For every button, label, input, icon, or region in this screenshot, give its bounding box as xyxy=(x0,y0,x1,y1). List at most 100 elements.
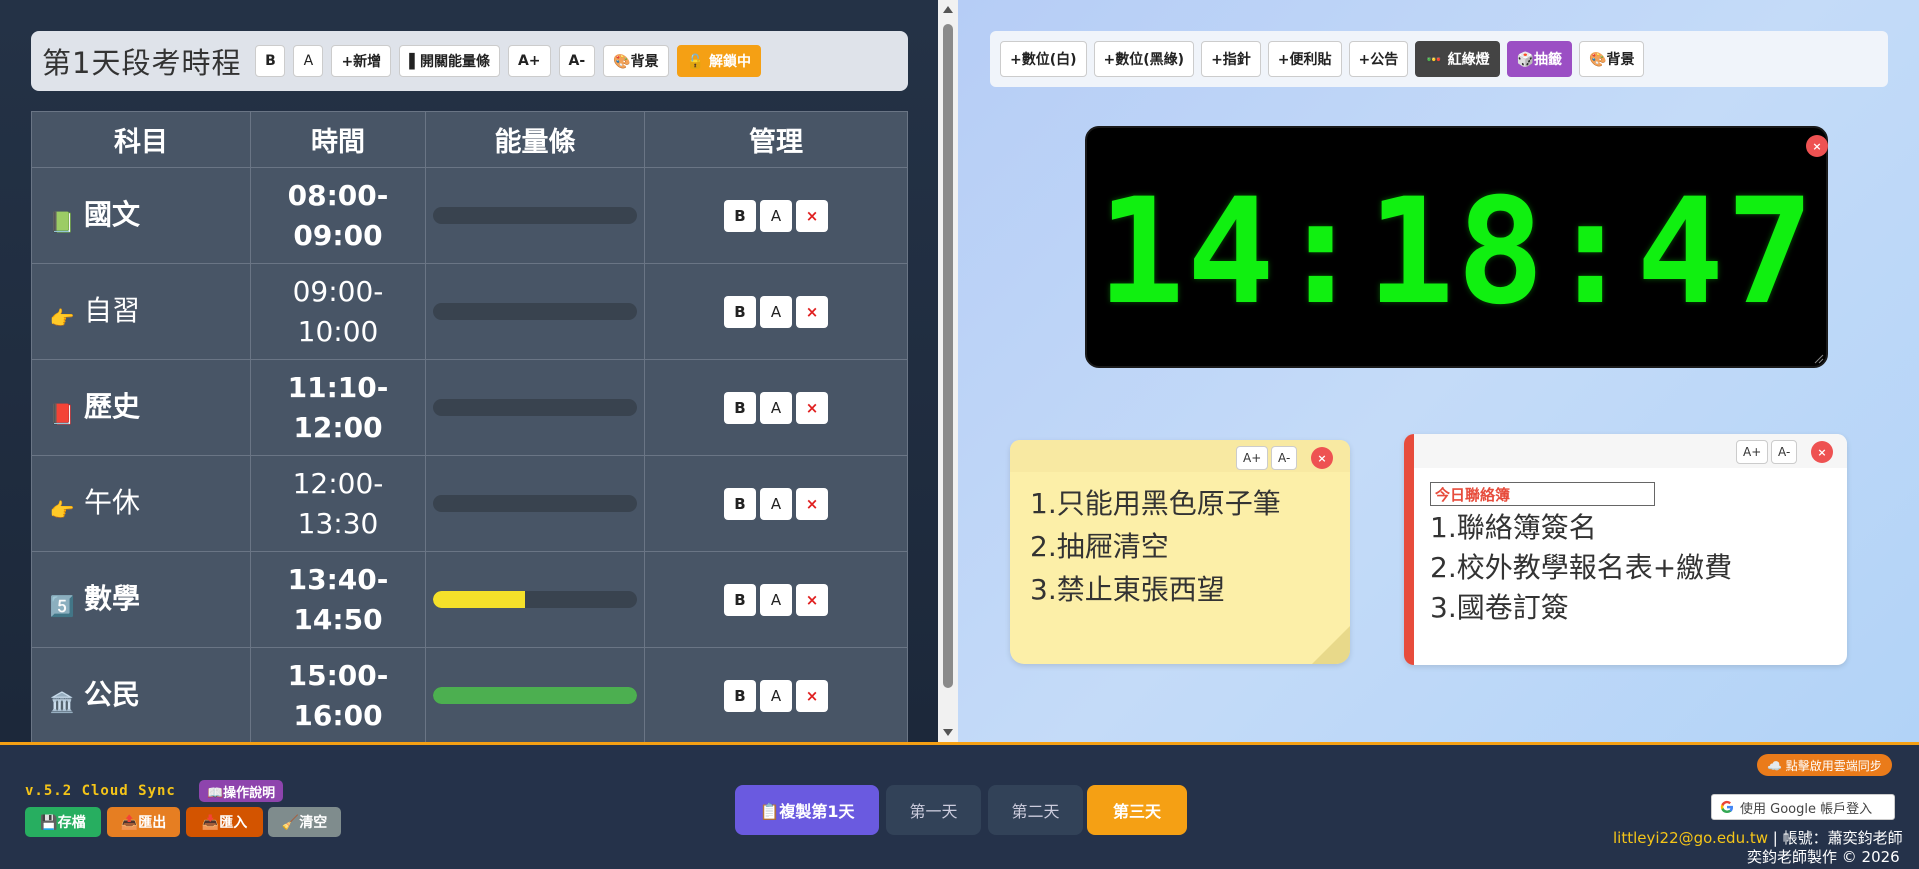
row-delete-button[interactable]: × xyxy=(796,391,828,424)
row-bold-button[interactable]: B xyxy=(724,583,756,616)
sticky-font-increase-button[interactable]: A+ xyxy=(1236,446,1269,470)
clear-button[interactable]: 🧹清空 xyxy=(268,807,341,837)
subject-cell[interactable]: 📕 歷史 xyxy=(31,359,251,456)
notice-line: 3.國卷訂簽 xyxy=(1430,591,1569,624)
canvas-background-button[interactable]: 🎨背景 xyxy=(1579,41,1645,77)
scrollbar-thumb[interactable] xyxy=(943,24,953,688)
notice-close-button[interactable]: × xyxy=(1811,441,1833,463)
clock-close-button[interactable]: × xyxy=(1806,135,1828,157)
notice-text[interactable]: 1.聯絡簿簽名 2.校外教學報名表+繳費 3.國卷訂簽 xyxy=(1430,508,1732,628)
add-digital-white-clock-button[interactable]: +數位(白) xyxy=(1000,41,1087,77)
sticky-font-decrease-button[interactable]: A- xyxy=(1271,446,1298,470)
add-notice-button[interactable]: +公告 xyxy=(1348,41,1409,77)
time-cell[interactable]: 13:40- 14:50 xyxy=(250,551,426,648)
left-panel-scrollbar[interactable] xyxy=(938,0,958,742)
title-font-button[interactable]: A xyxy=(293,45,324,77)
notice-font-decrease-button[interactable]: A- xyxy=(1771,440,1798,464)
subject-cell[interactable]: 5️⃣ 數學 xyxy=(31,551,251,648)
row-font-button[interactable]: A xyxy=(760,679,792,712)
row-bold-button[interactable]: B xyxy=(724,199,756,232)
font-decrease-button[interactable]: A- xyxy=(558,45,596,77)
add-analog-clock-button[interactable]: +指針 xyxy=(1201,41,1261,77)
subject-cell[interactable]: 🏛️ 公民 xyxy=(31,647,251,742)
time-cell[interactable]: 12:00- 13:30 xyxy=(250,455,426,552)
time-start: 09:00- xyxy=(292,274,384,308)
header-time: 時間 xyxy=(250,111,426,168)
time-start: 12:00- xyxy=(292,466,384,500)
tab-day1[interactable]: 第一天 xyxy=(886,785,981,835)
time-cell[interactable]: 11:10- 12:00 xyxy=(250,359,426,456)
row-font-button[interactable]: A xyxy=(760,199,792,232)
cloud-sync-button[interactable]: ☁️ 點擊啟用雲端同步 xyxy=(1757,754,1892,776)
row-font-button[interactable]: A xyxy=(760,583,792,616)
tab-day2[interactable]: 第二天 xyxy=(988,785,1083,835)
notice-font-increase-button[interactable]: A+ xyxy=(1736,440,1769,464)
time-end: 09:00 xyxy=(293,218,383,252)
row-font-button[interactable]: A xyxy=(760,295,792,328)
subject-name: 國文 xyxy=(84,198,141,231)
subject-name: 公民 xyxy=(84,678,141,711)
add-digital-black-green-clock-button[interactable]: +數位(黑綠) xyxy=(1093,41,1195,77)
help-button[interactable]: 📖操作說明 xyxy=(199,780,284,802)
row-delete-button[interactable]: × xyxy=(796,199,828,232)
sticky-line: 2.抽屜清空 xyxy=(1030,530,1169,563)
tab-day3[interactable]: 第三天 xyxy=(1087,785,1187,835)
time-cell[interactable]: 08:00- 09:00 xyxy=(250,167,426,264)
bottom-bar: v.5.2 Cloud Sync 📖操作說明 💾存檔 📤匯出 📥匯入 🧹清空 📋… xyxy=(0,742,1919,869)
energy-cell xyxy=(425,647,645,742)
lottery-button[interactable]: 🎲抽籤 xyxy=(1506,41,1573,77)
subject-name: 歷史 xyxy=(84,390,141,423)
time-start: 11:10- xyxy=(287,370,389,404)
clock-time: 14:18:47 xyxy=(1096,167,1817,337)
notice-widget[interactable]: A+ A- × 今日聯絡簿 1.聯絡簿簽名 2.校外教學報名表+繳費 3.國卷訂… xyxy=(1404,434,1847,665)
add-sticky-note-button[interactable]: +便利貼 xyxy=(1267,41,1342,77)
time-end: 16:00 xyxy=(293,698,383,732)
add-row-button[interactable]: +新增 xyxy=(331,45,392,77)
table-row: 📗 國文 08:00- 09:00 B A × xyxy=(31,167,908,264)
row-delete-button[interactable]: × xyxy=(796,679,828,712)
lock-toggle-button[interactable]: 🔓 解鎖中 xyxy=(676,45,761,77)
energy-toggle-button[interactable]: ▌開關能量條 xyxy=(399,45,500,77)
row-bold-button[interactable]: B xyxy=(724,487,756,520)
row-delete-button[interactable]: × xyxy=(796,295,828,328)
sticky-note-text[interactable]: 1.只能用黑色原子筆 2.抽屜清空 3.禁止東張西望 xyxy=(1030,482,1281,611)
notice-title-input[interactable]: 今日聯絡簿 xyxy=(1430,482,1655,506)
table-header-row: 科目 時間 能量條 管理 xyxy=(31,111,908,168)
sticky-note-widget[interactable]: A+ A- × 1.只能用黑色原子筆 2.抽屜清空 3.禁止東張西望 xyxy=(1010,440,1350,664)
save-button[interactable]: 💾存檔 xyxy=(25,807,101,837)
row-delete-button[interactable]: × xyxy=(796,583,828,616)
subject-cell[interactable]: 📗 國文 xyxy=(31,167,251,264)
row-bold-button[interactable]: B xyxy=(724,391,756,424)
background-button[interactable]: 🎨背景 xyxy=(603,45,669,77)
row-bold-button[interactable]: B xyxy=(724,295,756,328)
widget-toolbar: +數位(白) +數位(黑綠) +指針 +便利貼 +公告 🚥 紅綠燈 🎲抽籤 🎨背… xyxy=(990,31,1888,87)
row-font-button[interactable]: A xyxy=(760,487,792,520)
copy-day1-button[interactable]: 📋複製第1天 xyxy=(735,785,879,835)
digital-clock-widget[interactable]: 14:18:47 × xyxy=(1085,126,1828,368)
scroll-up-arrow-icon[interactable] xyxy=(943,6,953,13)
time-cell[interactable]: 09:00- 10:00 xyxy=(250,263,426,360)
sticky-line: 3.禁止東張西望 xyxy=(1030,573,1225,606)
export-button[interactable]: 📤匯出 xyxy=(107,807,180,837)
title-bold-button[interactable]: B xyxy=(255,45,286,77)
subject-name: 自習 xyxy=(84,294,141,327)
font-increase-button[interactable]: A+ xyxy=(507,45,551,77)
sticky-close-button[interactable]: × xyxy=(1311,447,1333,469)
subject-cell[interactable]: 👉 午休 xyxy=(31,455,251,552)
import-button[interactable]: 📥匯入 xyxy=(186,807,263,837)
traffic-light-button[interactable]: 🚥 紅綠燈 xyxy=(1415,41,1500,77)
row-font-button[interactable]: A xyxy=(760,391,792,424)
google-login-button[interactable]: 使用 Google 帳戶登入 xyxy=(1711,794,1895,820)
row-delete-button[interactable]: × xyxy=(796,487,828,520)
subject-emoji-icon: 📕 xyxy=(49,402,75,426)
energy-bar xyxy=(433,303,637,320)
schedule-title[interactable]: 第1天段考時程 xyxy=(42,40,241,82)
subject-cell[interactable]: 👉 自習 xyxy=(31,263,251,360)
sticky-note-header[interactable] xyxy=(1010,440,1350,472)
subject-emoji-icon: 🏛️ xyxy=(49,690,75,714)
resize-handle-icon[interactable] xyxy=(1814,354,1824,364)
account-email[interactable]: littleyi22@go.edu.tw xyxy=(1613,829,1768,847)
time-cell[interactable]: 15:00- 16:00 xyxy=(250,647,426,742)
scroll-down-arrow-icon[interactable] xyxy=(943,729,953,736)
row-bold-button[interactable]: B xyxy=(724,679,756,712)
